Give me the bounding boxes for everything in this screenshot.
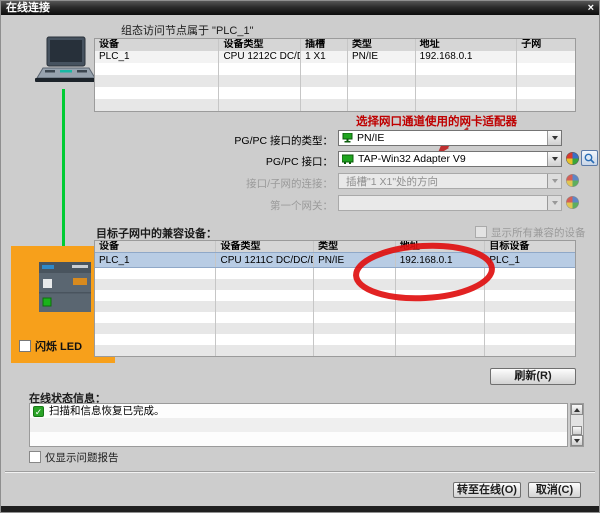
- column-header: 类型: [348, 39, 416, 51]
- magnifier-icon: [584, 153, 595, 164]
- column-header: 设备: [95, 39, 219, 51]
- chevron-down-icon[interactable]: [547, 131, 561, 145]
- flash-led-control: 闪烁 LED: [19, 338, 82, 354]
- table-row-selected[interactable]: PLC_1 CPU 1211C DC/DC/DC PN/IE 192.168.0…: [95, 252, 575, 268]
- subnet-connection-select: 插槽"1 X1"处的方向: [338, 173, 562, 189]
- column-header: 设备类型: [216, 241, 314, 252]
- table-row-empty: [95, 63, 575, 75]
- column-header: 设备: [95, 241, 216, 252]
- diagnostics-shield-icon[interactable]: [566, 152, 579, 165]
- connection-line: [62, 89, 65, 269]
- access-node-label: 组态访问节点属于 "PLC_1": [121, 22, 254, 38]
- table-row-empty: [95, 312, 575, 323]
- show-all-devices-label: 显示所有兼容的设备: [491, 227, 586, 239]
- cancel-button[interactable]: 取消(C): [528, 482, 581, 498]
- table-row-empty: [95, 334, 575, 345]
- success-check-icon: ✓: [33, 406, 44, 417]
- table-row-empty: [95, 87, 575, 99]
- chevron-down-icon[interactable]: [547, 152, 561, 166]
- compatible-devices-table: 设备 设备类型 类型 地址 目标设备 PLC_1 CPU 1211C DC/DC…: [94, 240, 576, 357]
- go-online-button[interactable]: 转至在线(O): [453, 482, 521, 498]
- column-header: 子网: [517, 39, 575, 51]
- column-header: 插槽: [301, 39, 348, 51]
- table-row-empty: [95, 301, 575, 312]
- column-header: 设备类型: [219, 39, 301, 51]
- table-row-empty: [95, 290, 575, 301]
- flash-led-checkbox[interactable]: [19, 340, 31, 352]
- footer-separator: [5, 471, 595, 473]
- compatible-devices-label: 目标子网中的兼容设备：: [96, 225, 217, 241]
- status-message-row: ✓ 扫描和信息恢复已完成。: [30, 404, 567, 418]
- plc-device-image: [39, 262, 91, 312]
- pgpc-type-label: PG/PC 接口的类型：: [81, 133, 333, 148]
- status-row-empty: [30, 432, 567, 446]
- highlight-ellipse: [349, 241, 499, 305]
- only-problems-checkbox[interactable]: [29, 451, 41, 463]
- diagnostics-shield-icon: [566, 174, 579, 187]
- access-nodes-table: 设备 设备类型 插槽 类型 地址 子网 PLC_1 CPU 1212C DC/D…: [94, 38, 576, 112]
- title-bar: 在线连接 ×: [1, 1, 599, 15]
- scroll-down-icon[interactable]: [571, 435, 583, 446]
- show-all-devices-checkbox: [475, 226, 487, 238]
- pgpc-type-select[interactable]: PN/IE: [338, 130, 562, 146]
- close-icon[interactable]: ×: [588, 1, 594, 15]
- pgpc-interface-select[interactable]: TAP-Win32 Adapter V9: [338, 151, 562, 167]
- show-all-devices-control: 显示所有兼容的设备: [475, 225, 586, 240]
- table-row[interactable]: PLC_1 CPU 1212C DC/D... 1 X1 PN/IE 192.1…: [95, 51, 575, 63]
- table-row-empty: [95, 268, 575, 279]
- status-scrollbar[interactable]: [570, 403, 584, 447]
- dialog-title: 在线连接: [6, 1, 50, 15]
- laptop-icon: [33, 35, 97, 91]
- status-row-empty: [30, 418, 567, 432]
- chevron-down-icon: [547, 196, 561, 210]
- pnie-icon: [342, 133, 353, 143]
- refresh-button[interactable]: 刷新(R): [490, 368, 576, 385]
- only-problems-label: 仅显示问题报告: [45, 452, 119, 464]
- pgpc-interface-label: PG/PC 接口：: [81, 154, 333, 169]
- table-row-empty: [95, 99, 575, 111]
- first-gateway-label: 第一个网关：: [81, 198, 333, 213]
- status-message-list: ✓ 扫描和信息恢复已完成。: [29, 403, 568, 447]
- online-connection-dialog: 在线连接 × 组态访问节点属于 "PLC_1": [0, 0, 600, 513]
- first-gateway-select: [338, 195, 562, 211]
- table-header-row: 设备 设备类型 插槽 类型 地址 子网: [95, 39, 575, 51]
- chevron-down-icon: [547, 174, 561, 188]
- table-row-empty: [95, 75, 575, 87]
- table-row-empty: [95, 345, 575, 356]
- status-message: 扫描和信息恢复已完成。: [49, 404, 165, 418]
- flash-led-label: 闪烁 LED: [35, 341, 82, 353]
- diagnostics-shield-icon: [566, 196, 579, 209]
- scrollbar-thumb[interactable]: [572, 426, 582, 435]
- column-header: 地址: [416, 39, 518, 51]
- table-row-empty: [95, 323, 575, 334]
- subnet-connection-label: 接口/子网的连接：: [81, 176, 333, 191]
- only-problems-control: 仅显示问题报告: [29, 450, 119, 465]
- dialog-bottom-edge: [1, 506, 599, 512]
- adapter-icon: [342, 154, 354, 164]
- scroll-up-icon[interactable]: [571, 404, 583, 415]
- table-row-empty: [95, 279, 575, 290]
- search-adapter-button[interactable]: [581, 150, 598, 166]
- table-header-row: 设备 设备类型 类型 地址 目标设备: [95, 241, 575, 252]
